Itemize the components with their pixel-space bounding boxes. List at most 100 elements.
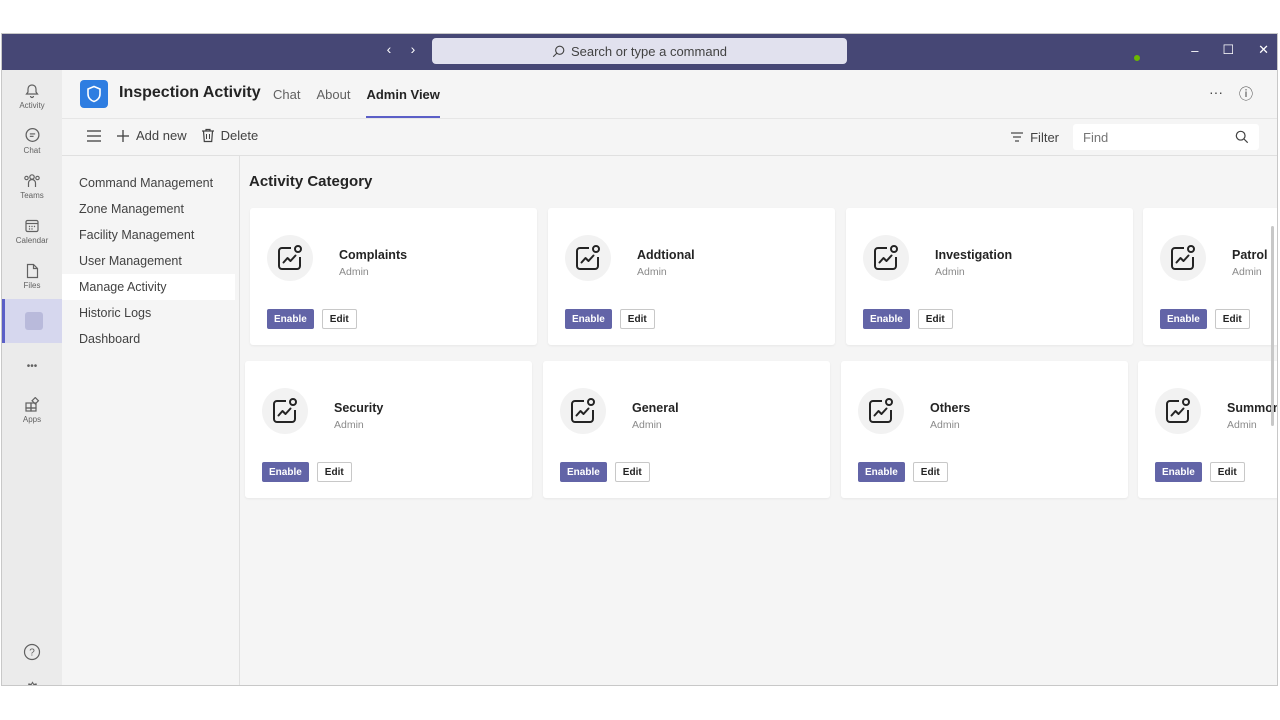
filter-button[interactable]: Filter <box>1010 130 1059 145</box>
category-role: Admin <box>632 419 662 431</box>
forward-arrow-icon[interactable]: › <box>406 41 420 57</box>
nav-item-historic-logs[interactable]: Historic Logs <box>62 300 239 326</box>
category-name: Addtional <box>637 248 695 262</box>
delete-label: Delete <box>220 128 259 143</box>
edit-button[interactable]: Edit <box>1214 309 1250 329</box>
enable-button[interactable]: Enable <box>267 309 314 329</box>
activity-chart-icon <box>863 235 909 281</box>
command-toolbar: Add new Delete Filter <box>62 119 1277 156</box>
trash-icon <box>201 128 214 143</box>
category-card-others: Others Admin Enable Edit <box>841 361 1128 498</box>
rail-item-calendar[interactable]: Calendar <box>2 209 62 253</box>
enable-button[interactable]: Enable <box>262 462 309 482</box>
app-title: Inspection Activity <box>119 84 261 101</box>
category-name: General <box>632 401 679 415</box>
category-card-complaints: Complaints Admin Enable Edit <box>250 208 537 345</box>
card-actions: Enable Edit <box>262 462 352 482</box>
rail-item-more[interactable]: ••• <box>2 344 62 388</box>
category-card-patrol: Patrol Admin Enable Edit <box>1143 208 1277 345</box>
add-new-button[interactable]: Add new <box>116 128 187 143</box>
rail-label-calendar: Calendar <box>15 235 49 245</box>
rail-item-settings[interactable] <box>2 674 62 685</box>
toolbar-right: Filter <box>1010 124 1259 150</box>
rail-item-files[interactable]: Files <box>2 254 62 298</box>
enable-button[interactable]: Enable <box>1160 309 1207 329</box>
category-role: Admin <box>930 419 960 431</box>
enable-button[interactable]: Enable <box>858 462 905 482</box>
help-icon: ? <box>23 643 41 661</box>
activity-chart-icon <box>267 235 313 281</box>
category-card-general: General Admin Enable Edit <box>543 361 830 498</box>
nav-item-user-management[interactable]: User Management <box>62 248 239 274</box>
enable-button[interactable]: Enable <box>565 309 612 329</box>
tab-about[interactable]: About <box>316 87 350 102</box>
rail-item-apps[interactable]: Apps <box>2 388 62 432</box>
app-rail: Activity Chat Teams Calendar Files ••• A… <box>2 70 62 685</box>
category-role: Admin <box>1227 419 1257 431</box>
nav-item-facility-management[interactable]: Facility Management <box>62 222 239 248</box>
find-input[interactable] <box>1083 129 1223 145</box>
vertical-scrollbar[interactable] <box>1271 226 1274 426</box>
activity-chart-icon <box>560 388 606 434</box>
shield-icon <box>87 85 101 103</box>
more-options-icon[interactable]: ··· <box>1209 84 1223 104</box>
enable-button[interactable]: Enable <box>1155 462 1202 482</box>
more-apps-icon: ••• <box>26 360 38 372</box>
rail-item-chat[interactable]: Chat <box>2 119 62 163</box>
activity-chart-icon <box>1155 388 1201 434</box>
app-tabs: Chat About Admin View <box>273 87 441 118</box>
add-new-label: Add new <box>136 128 187 143</box>
rail-item-activity[interactable]: Activity <box>2 74 62 118</box>
hamburger-menu-icon[interactable] <box>86 129 102 143</box>
nav-item-command-management[interactable]: Command Management <box>62 170 239 196</box>
category-name: Complaints <box>339 248 408 262</box>
page-title: Activity Category <box>249 173 373 190</box>
edit-button[interactable]: Edit <box>1209 462 1245 482</box>
info-icon[interactable]: ⓘ <box>1239 84 1253 104</box>
app-shield-icon <box>24 312 43 330</box>
calendar-icon <box>25 219 39 232</box>
command-search-box[interactable]: Search or type a command <box>432 38 847 64</box>
maximize-button[interactable]: ☐ <box>1222 42 1234 58</box>
presence-status-icon <box>1133 54 1141 62</box>
edit-button[interactable]: Edit <box>912 462 948 482</box>
tab-chat[interactable]: Chat <box>273 87 300 102</box>
activity-category-panel: Activity Category Complaints Admin Enabl… <box>240 156 1277 685</box>
teams-icon <box>24 173 40 187</box>
card-actions: Enable Edit <box>267 309 357 329</box>
nav-item-dashboard[interactable]: Dashboard <box>62 326 239 352</box>
category-name: Patrol <box>1232 248 1268 262</box>
enable-button[interactable]: Enable <box>863 309 910 329</box>
window-controls: – ☐ ✕ <box>1191 42 1269 58</box>
enable-button[interactable]: Enable <box>560 462 607 482</box>
edit-button[interactable]: Edit <box>316 462 352 482</box>
close-button[interactable]: ✕ <box>1258 42 1269 58</box>
search-icon[interactable] <box>1235 130 1249 144</box>
edit-button[interactable]: Edit <box>917 309 953 329</box>
activity-chart-icon <box>565 235 611 281</box>
rail-item-help[interactable]: ? <box>2 630 62 674</box>
category-name: Security <box>334 401 384 415</box>
edit-button[interactable]: Edit <box>321 309 357 329</box>
category-role: Admin <box>339 266 369 278</box>
activity-chart-icon <box>858 388 904 434</box>
bell-icon <box>25 83 39 98</box>
edit-button[interactable]: Edit <box>614 462 650 482</box>
rail-item-inspection-app[interactable] <box>2 299 62 343</box>
rail-item-teams[interactable]: Teams <box>2 164 62 208</box>
edit-button[interactable]: Edit <box>619 309 655 329</box>
delete-button[interactable]: Delete <box>201 128 259 143</box>
nav-item-manage-activity[interactable]: Manage Activity <box>62 274 235 300</box>
rail-label-chat: Chat <box>23 146 41 155</box>
back-arrow-icon[interactable]: ‹ <box>382 41 396 57</box>
find-box[interactable] <box>1073 124 1259 150</box>
tab-admin-view[interactable]: Admin View <box>366 87 441 118</box>
gear-icon <box>27 680 37 685</box>
app-logo <box>80 80 108 108</box>
category-card-summons: Summons Admin Enable Edit <box>1138 361 1277 498</box>
nav-item-zone-management[interactable]: Zone Management <box>62 196 239 222</box>
minimize-button[interactable]: – <box>1191 43 1198 58</box>
app-header: Inspection Activity Chat About Admin Vie… <box>62 70 1277 119</box>
rail-label-teams: Teams <box>20 190 44 200</box>
card-actions: Enable Edit <box>858 462 948 482</box>
